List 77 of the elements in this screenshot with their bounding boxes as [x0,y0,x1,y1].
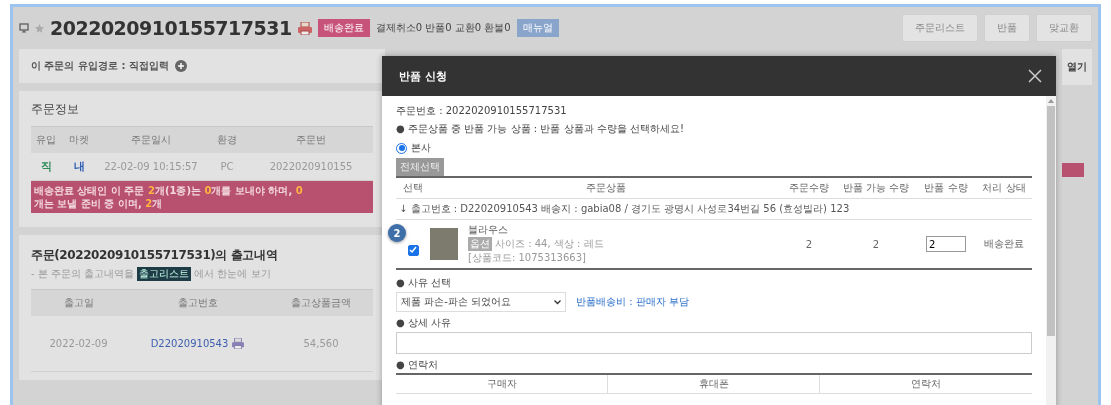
chevron-down-icon [554,299,561,305]
close-icon[interactable] [1028,69,1042,83]
table-header: 주문상품 [430,178,782,199]
banner-text: 개를 보내야 하며, [211,184,294,197]
add-icon[interactable] [174,60,187,72]
section-title: 주문(2022020910155717531)의 출고내역 [31,247,278,264]
table-cell-text: 2 [871,237,881,252]
field-label: ● 상세 사유 [396,316,453,330]
banner-text: 0 [295,184,303,197]
field-label: ● 사유 선택 [396,276,453,290]
table-cell: 직 [40,159,52,174]
banner-text: 배송완료 [34,184,74,197]
product-code: [상품코드: 1075313663] [468,251,587,265]
banner-text: 개는 보낼 준비 중 이며, [34,197,143,210]
option-tag: 옵션 [468,237,492,251]
status-badge: 배송완료 [317,19,370,37]
table-header: 마켓 [61,127,97,153]
monitor-icon [19,23,29,33]
order-number-title: 2022020910155717531 [50,17,292,39]
section-title: 주문정보 [31,101,80,118]
table-header: 주문일시 [97,127,205,153]
table-header: 주문수량 [782,178,836,199]
banner-text: 2 [147,184,155,197]
table-cell: 내 [73,159,85,174]
table-cell-text: 2 [804,237,814,252]
table-cell-text: 배송완료 [983,237,1025,251]
section-note: - 본 주문의 출고내역을 [31,267,135,281]
dialog-title: 반품 신청 [399,68,447,84]
star-icon[interactable] [35,23,44,33]
banner-text: 개 [152,197,163,210]
table-header: 구매자 [396,375,608,394]
instruction-text: ● 주문상품 중 반품 가능 상품 : 반품 상품과 수량을 선택하세요! [396,122,685,136]
table-header: 휴대폰 [608,375,820,394]
table-header: 처리 상태 [976,178,1032,199]
table-header: 출고상품금액 [269,290,373,316]
open-button[interactable]: 열기 [1062,49,1092,85]
manual-badge[interactable]: 매뉴얼 [516,19,559,37]
table-header: 환경 [205,127,249,153]
table-header: 반품 수량 [916,178,976,199]
order-counts: 결제취소0 반품0 교환0 환불0 [375,21,511,35]
field-label: ● 연락처 [396,358,439,372]
table-header: 출고번호 [126,290,269,316]
reason-select[interactable]: 제품 파손-파손 되었어요 [396,292,566,312]
table-header: 주문번 [249,127,373,153]
status-banner [1062,163,1084,177]
table-header: 선택 [396,178,430,199]
inflow-label: 이 주문의 유입경로 : 직접입력 [31,59,169,73]
banner-text: 개(1종)는 [154,184,202,197]
shipment-list-tag[interactable]: 출고리스트 [137,267,192,281]
photo-placeholder [430,228,458,260]
shipping-fee-link[interactable]: 반품배송비 : 판매자 부담 [576,295,689,309]
shipment-link[interactable]: D22020910543 [150,338,229,349]
table-header: 유입 [31,127,61,153]
header-button[interactable]: 주문리스트 [902,14,978,42]
radio-label: 본사 [411,141,431,155]
header-button[interactable]: 맞교환 [1036,14,1092,42]
table-cell: 2022-02-09 [31,316,126,372]
banner-text: 상태인 이 주문 [76,184,146,197]
banner-text: 0 [204,184,212,197]
shipment-info: ↓ 출고번호 : D22020910543 배송지 : gabia08 / 경기도 광명시 사성로34번길 56 (효성빌라) 123 [396,199,1032,220]
step-marker: 2 [388,224,406,242]
product-option: 사이즈 : 44, 색상 : 레드 [495,237,604,251]
printer-icon[interactable] [232,338,245,349]
select-all-button[interactable]: 전체선택 [396,158,444,176]
table-header: 반품 가능 수량 [836,178,916,199]
table-header: 연락처 [820,375,1032,394]
order-number-text: 주문번호 : 2022020910155717531 [396,104,568,118]
table-header: 출고일 [31,290,126,316]
scrollbar[interactable] [1046,96,1056,405]
header-button[interactable]: 반품 [984,14,1030,42]
banner-text: 2 [145,197,153,210]
section-note: 에서 한눈에 보기 [194,267,271,281]
printer-icon[interactable] [297,21,312,35]
quantity-input[interactable]: 2 [926,236,966,252]
checkbox[interactable] [407,244,419,256]
product-name: 블라우스 [468,223,509,237]
table-cell: 54,560 [269,316,373,372]
